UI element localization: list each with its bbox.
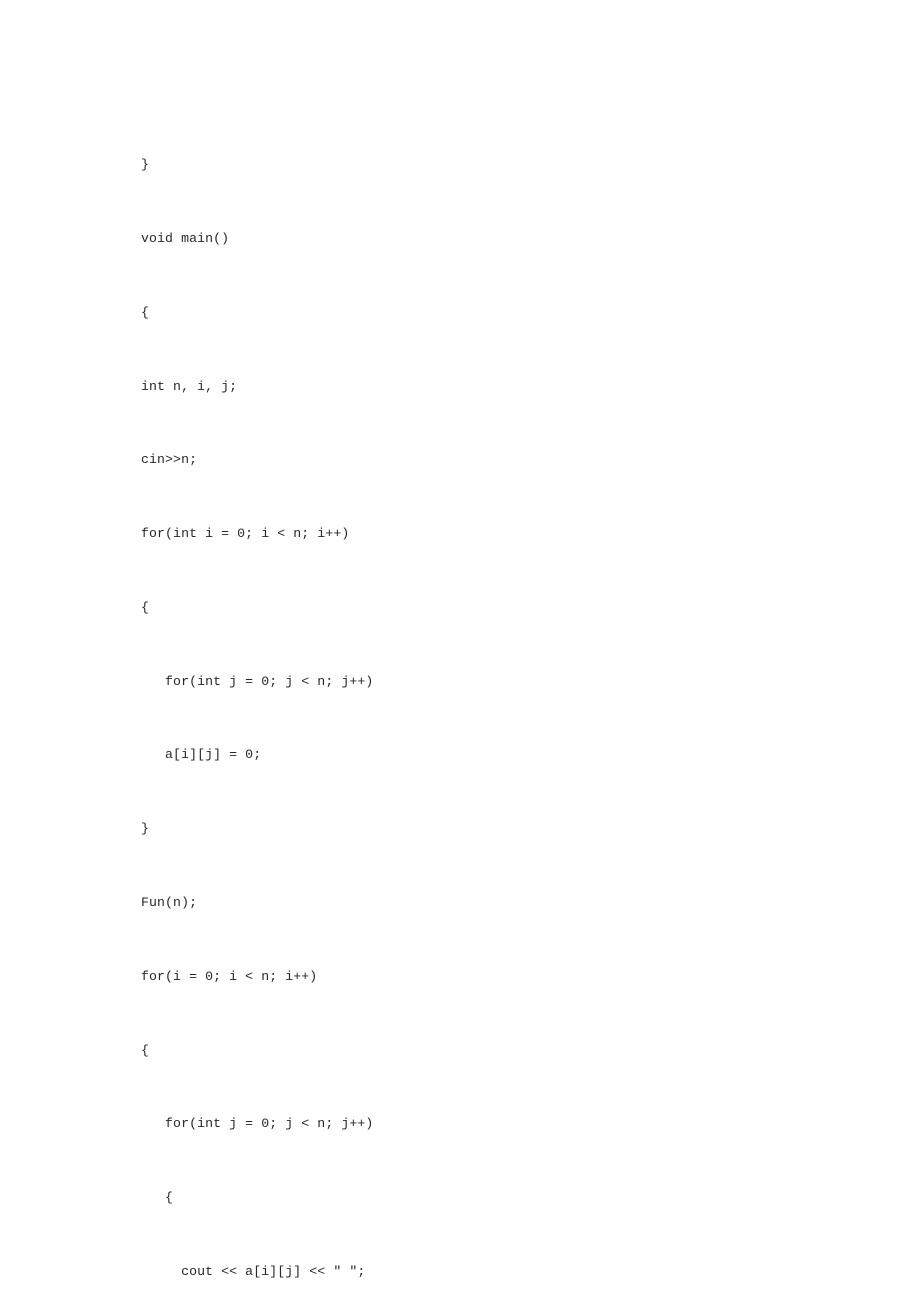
code-line: { [141,304,150,320]
code-line: { [141,599,150,615]
code-line: { [141,1190,174,1206]
code-line: int n, i, j; [141,378,238,394]
code-line: cout << a[i][j] << " "; [141,1263,366,1279]
code-line: Fun(n); [141,895,198,910]
code-line: for(i = 0; i < n; i++) [141,968,318,984]
code-line: a[i][j] = 0; [141,747,262,763]
code-line: { [141,1042,150,1058]
cpp-source-listing: } void main() { int n, i, j; cin>>n; for… [141,104,788,1302]
code-line: for(int j = 0; j < n; j++) [141,1116,374,1132]
code-line: void main() [141,230,230,246]
code-line: } [141,821,150,837]
code-line: } [141,157,150,173]
page-content: } void main() { int n, i, j; cin>>n; for… [140,104,788,1302]
code-line: for(int j = 0; j < n; j++) [141,673,374,689]
code-line: for(int i = 0; i < n; i++) [141,526,350,542]
document-page: } void main() { int n, i, j; cin>>n; for… [0,0,920,1302]
code-line: cin>>n; [141,452,198,468]
